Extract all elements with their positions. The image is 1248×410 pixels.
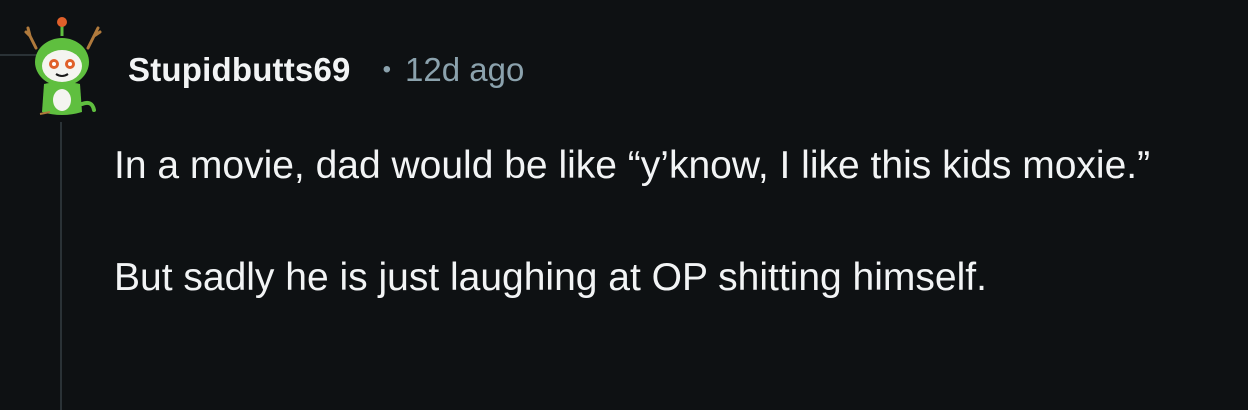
snoo-deer-avatar-icon[interactable]	[22, 14, 106, 122]
thread-line[interactable]	[60, 122, 62, 410]
comment-paragraph: But sadly he is just laughing at OP shit…	[114, 256, 987, 299]
comment: Stupidbutts69 • 12d ago In a movie, dad …	[0, 0, 1248, 410]
comment-meta: Stupidbutts69 • 12d ago	[128, 48, 524, 92]
comment-paragraph: In a movie, dad would be like “y’know, I…	[114, 144, 1151, 187]
comment-body: In a movie, dad would be like “y’know, I…	[114, 138, 1224, 306]
username-link[interactable]: Stupidbutts69	[128, 51, 351, 89]
timestamp[interactable]: 12d ago	[405, 51, 524, 89]
meta-separator: •	[382, 56, 392, 83]
